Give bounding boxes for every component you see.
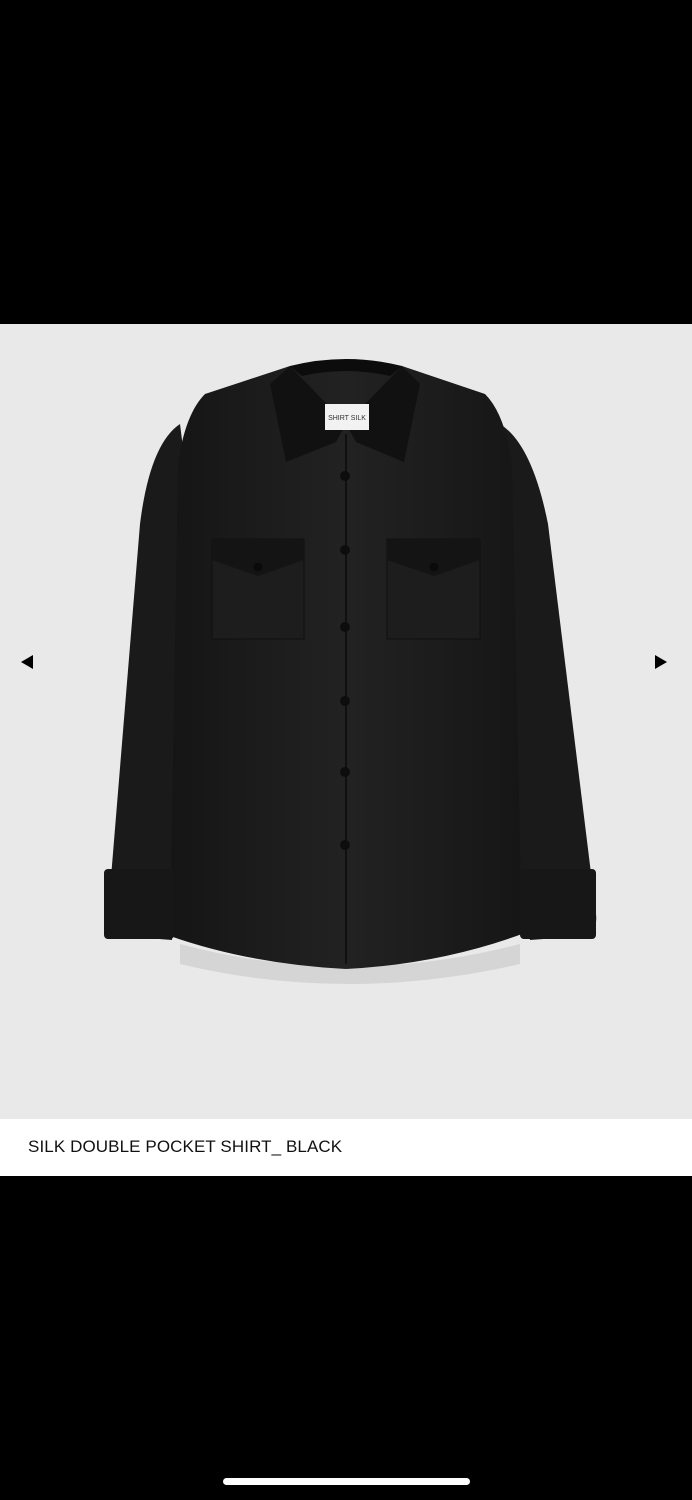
triangle-right-icon (655, 655, 667, 669)
product-title: SILK DOUBLE POCKET SHIRT_ BLACK (28, 1137, 343, 1156)
screen: SHIRT SILK SILK DOUBLE POCKET SHIRT_ BLA… (0, 0, 692, 1500)
next-image-button[interactable] (646, 647, 676, 677)
caption-bar: SILK DOUBLE POCKET SHIRT_ BLACK (0, 1119, 692, 1176)
triangle-left-icon (21, 655, 33, 669)
svg-text:SHIRT SILK: SHIRT SILK (328, 415, 366, 422)
image-gallery[interactable]: SHIRT SILK (0, 324, 692, 1119)
home-indicator[interactable] (223, 1478, 470, 1485)
bottom-letterbox (0, 1176, 692, 1500)
top-letterbox (0, 0, 692, 324)
prev-image-button[interactable] (12, 647, 42, 677)
product-image: SHIRT SILK (104, 359, 597, 984)
